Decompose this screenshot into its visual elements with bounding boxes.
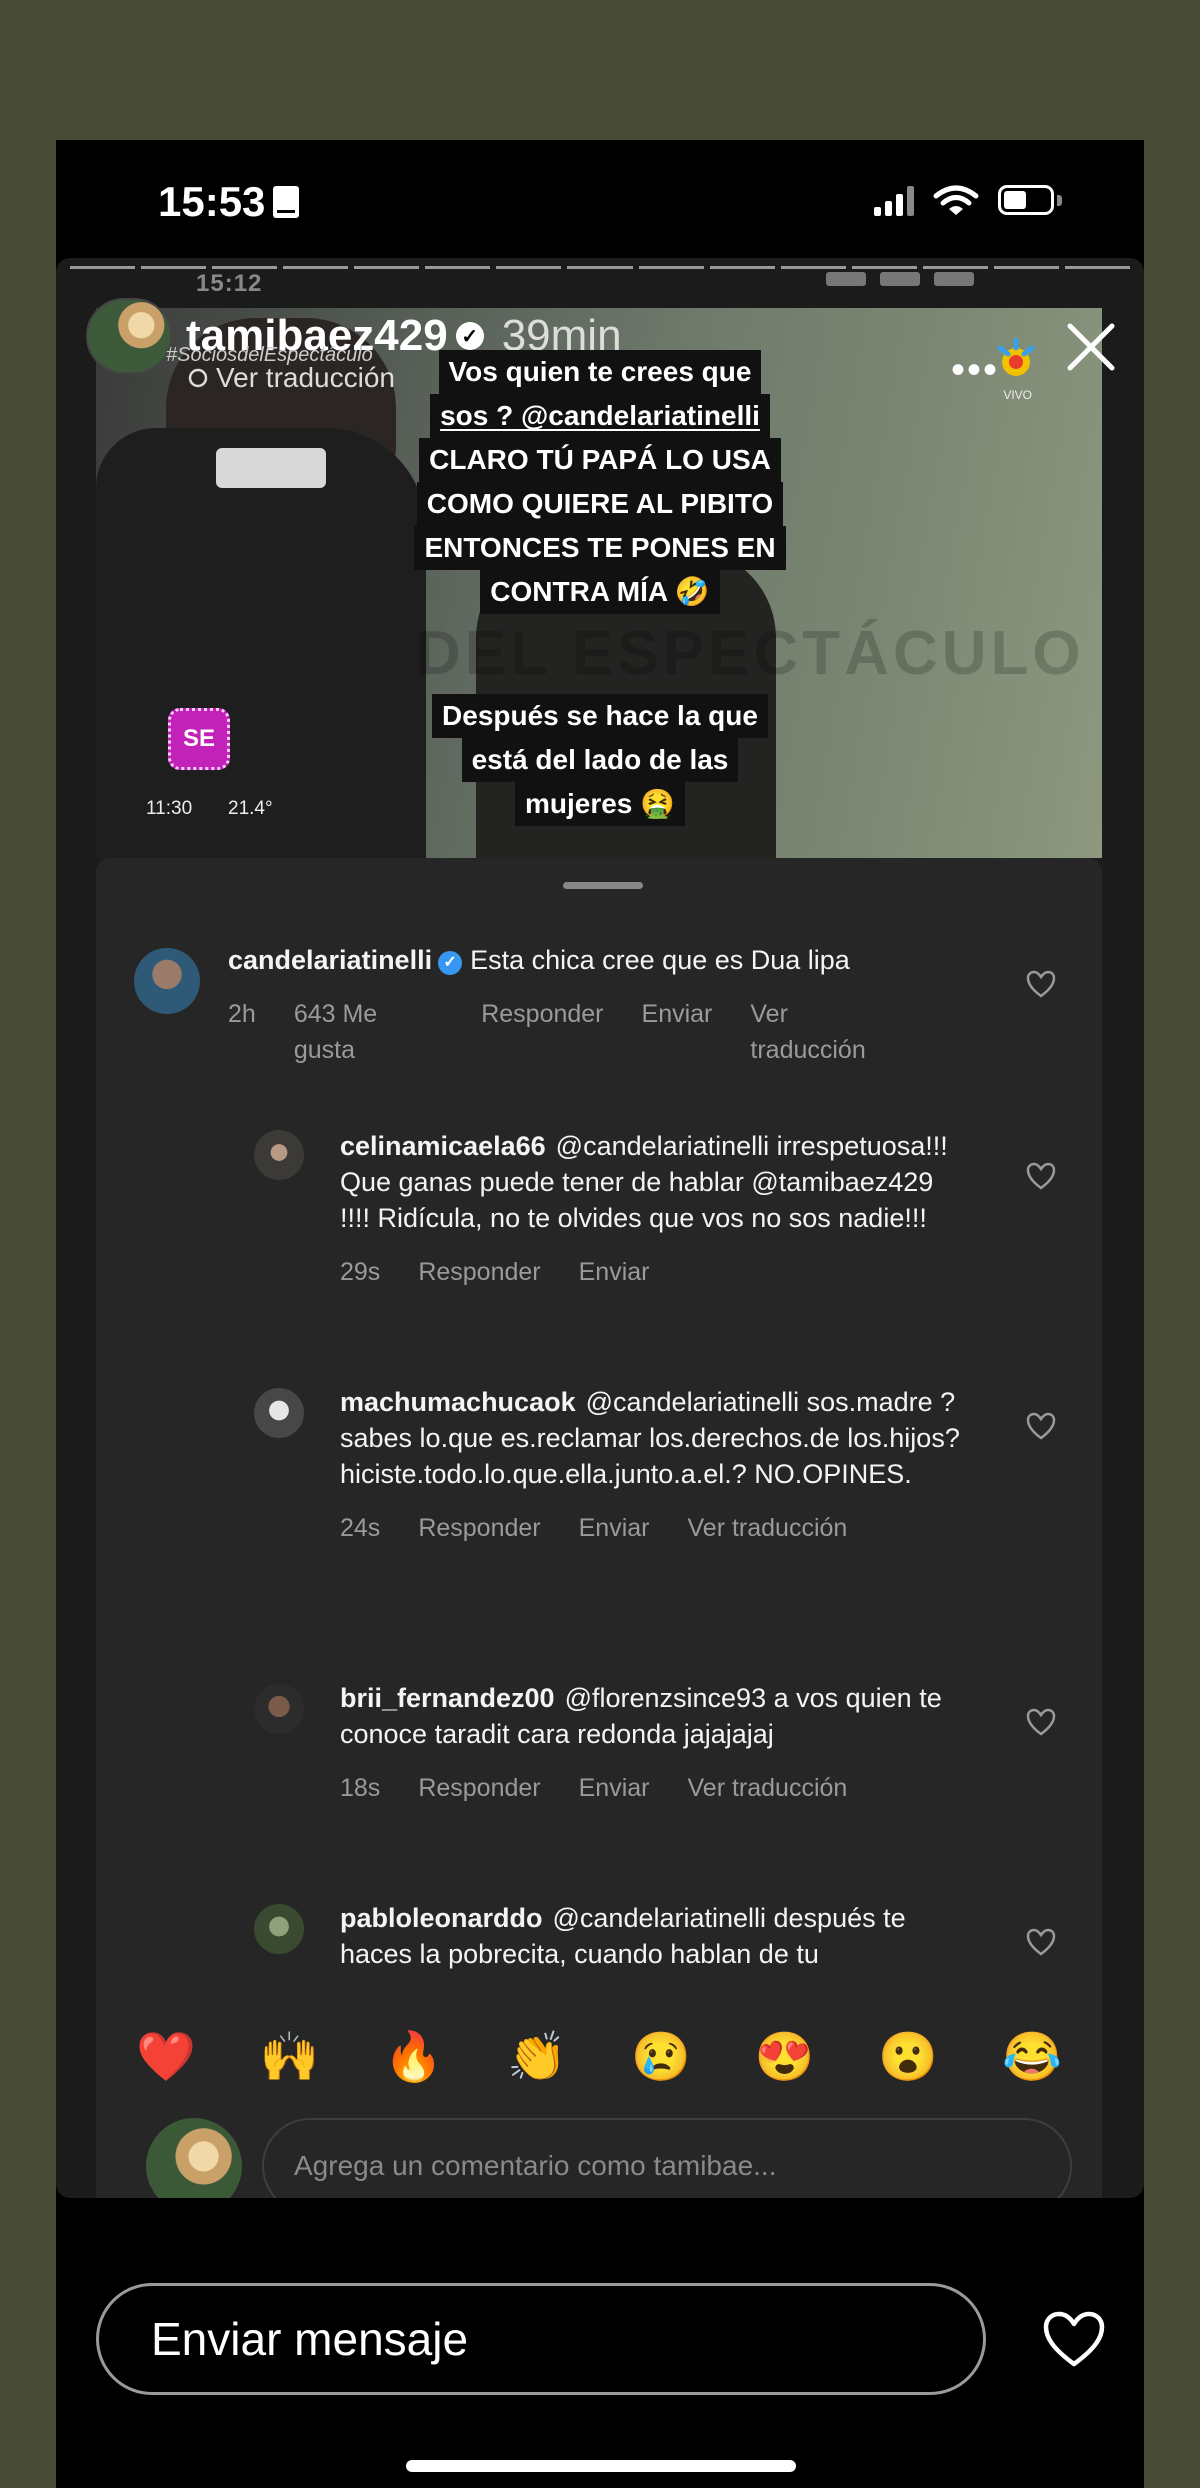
story-caption-top: Vos quien te crees que sos ? @candelaria… — [56, 350, 1144, 614]
status-bar-time: 15:53 — [158, 178, 300, 226]
comment-time: 29s — [340, 1258, 381, 1286]
comment-avatar[interactable] — [254, 1388, 304, 1438]
send-button[interactable]: Enviar — [579, 1770, 650, 1806]
comment-username[interactable]: celinamicaela66 — [340, 1131, 546, 1161]
reply-button[interactable]: Responder — [481, 996, 603, 1068]
comment: celinamicaela66 @candelariatinelli irresp… — [96, 1128, 1102, 1328]
comment-input[interactable]: Agrega un comentario como tamibae... — [262, 2118, 1072, 2198]
battery-icon — [998, 185, 1064, 217]
heart-icon[interactable] — [1026, 970, 1056, 998]
caption-line: mujeres 🤮 — [56, 782, 1144, 826]
send-button[interactable]: Enviar — [579, 1510, 650, 1546]
comment-meta: 24s Responder Enviar Ver traducción — [340, 1510, 960, 1546]
caption-line: ENTONCES TE PONES EN — [56, 526, 1144, 570]
heart-eyes-emoji-button[interactable]: 😍 — [755, 2028, 815, 2085]
caption-line: COMO QUIERE AL PIBITO — [56, 482, 1144, 526]
comment: pabloleonarddo @candelariatinelli después… — [96, 1900, 1102, 1976]
comment-username[interactable]: brii_fernandez00 — [340, 1683, 555, 1713]
translate-button[interactable]: Ver traducción — [688, 1770, 848, 1806]
clap-emoji-button[interactable]: 👏 — [507, 2028, 567, 2085]
comment-username[interactable]: pabloleonarddo — [340, 1903, 543, 1933]
comment-meta: 29s Responder Enviar — [340, 1254, 960, 1290]
caption-line: CLARO TÚ PAPÁ LO USA — [56, 438, 1144, 482]
comment-text: Esta chica cree que es Dua lipa — [470, 945, 850, 975]
verified-badge-icon: ✓ — [455, 322, 484, 350]
comment: machumachucaok @candelariatinelli sos.mad… — [96, 1384, 1102, 1624]
comment-time: 18s — [340, 1774, 381, 1802]
heart-emoji-button[interactable]: ❤️ — [136, 2028, 196, 2085]
caption-line: CONTRA MÍA 🤣 — [56, 570, 1144, 614]
surprised-emoji-button[interactable]: 😮 — [878, 2028, 938, 2085]
fire-emoji-button[interactable]: 🔥 — [383, 2028, 443, 2085]
reply-button[interactable]: Responder — [418, 1510, 540, 1546]
heart-icon[interactable] — [1026, 1412, 1056, 1440]
heart-icon[interactable] — [1026, 1162, 1056, 1190]
comment-likes[interactable]: 643 Me gusta — [294, 996, 443, 1068]
send-button[interactable]: Enviar — [642, 996, 713, 1068]
heart-icon[interactable] — [1026, 1708, 1056, 1736]
comment-avatar[interactable] — [254, 1130, 304, 1180]
reading-icon — [273, 186, 300, 218]
comment-avatar[interactable] — [254, 1904, 304, 1954]
comment-username[interactable]: candelariatinelli — [228, 945, 432, 975]
caption-line: Vos quien te crees que — [56, 350, 1144, 394]
comment-username[interactable]: machumachucaok — [340, 1387, 576, 1417]
crying-emoji-button[interactable]: 😢 — [631, 2028, 691, 2085]
user-avatar — [146, 2118, 242, 2198]
watermark-text: DEL ESPECTÁCULO — [416, 619, 1085, 688]
status-icons — [874, 184, 1064, 218]
caption-line: sos ? @candelariatinelli — [56, 394, 1144, 438]
ghost-status-icons — [826, 272, 974, 286]
laughing-emoji-button[interactable]: 😂 — [1002, 2028, 1062, 2085]
comment-avatar[interactable] — [254, 1684, 304, 1734]
translate-button[interactable]: Ver traducción — [750, 996, 908, 1068]
comment-meta: 2h 643 Me gusta Responder Enviar Ver tra… — [228, 996, 908, 1068]
home-indicator[interactable] — [406, 2460, 796, 2472]
comment: candelariatinelli ✓ Esta chica cree que es… — [96, 942, 1102, 1072]
comment-time: 2h — [228, 1000, 256, 1028]
send-button[interactable]: Enviar — [579, 1254, 650, 1290]
comment-meta: 18s Responder Enviar Ver traducción — [340, 1770, 960, 1806]
caption-line: está del lado de las — [56, 738, 1144, 782]
reply-button[interactable]: Responder — [418, 1770, 540, 1806]
sheet-drag-handle[interactable] — [563, 882, 643, 889]
story-caption-bottom: Después se hace la que está del lado de … — [56, 694, 1144, 826]
like-heart-icon[interactable] — [1042, 2310, 1106, 2368]
translate-button[interactable]: Ver traducción — [688, 1510, 848, 1546]
phone-screen: 15:53 15:12 DEL ESPECTÁCULO VIVO SE 11:3… — [56, 140, 1144, 2488]
comment-time: 24s — [340, 1514, 381, 1542]
verified-badge-icon: ✓ — [438, 951, 463, 975]
raised-hands-emoji-button[interactable]: 🙌 — [260, 2028, 320, 2085]
ghost-status-time: 15:12 — [196, 270, 263, 297]
comment-avatar[interactable] — [134, 948, 200, 1014]
wifi-icon — [933, 185, 979, 215]
comment-composer: Agrega un comentario como tamibae... — [146, 2118, 1072, 2198]
cellular-signal-icon — [874, 186, 914, 216]
heart-icon[interactable] — [1026, 1928, 1056, 1956]
caption-line: Después se hace la que — [56, 694, 1144, 738]
reply-button[interactable]: Responder — [418, 1254, 540, 1290]
comments-sheet: candelariatinelli ✓ Esta chica cree que es… — [96, 858, 1102, 2198]
send-message-input[interactable]: Enviar mensaje — [96, 2283, 986, 2395]
story-progress-bars — [70, 266, 1130, 269]
emoji-reaction-bar: ❤️ 🙌 🔥 👏 😢 😍 😮 😂 — [136, 2028, 1062, 2085]
comment: brii_fernandez00 @florenzsince93 a vos qu… — [96, 1680, 1102, 1840]
story-screenshot: 15:12 DEL ESPECTÁCULO VIVO SE 11:30 21.4… — [56, 258, 1144, 2198]
